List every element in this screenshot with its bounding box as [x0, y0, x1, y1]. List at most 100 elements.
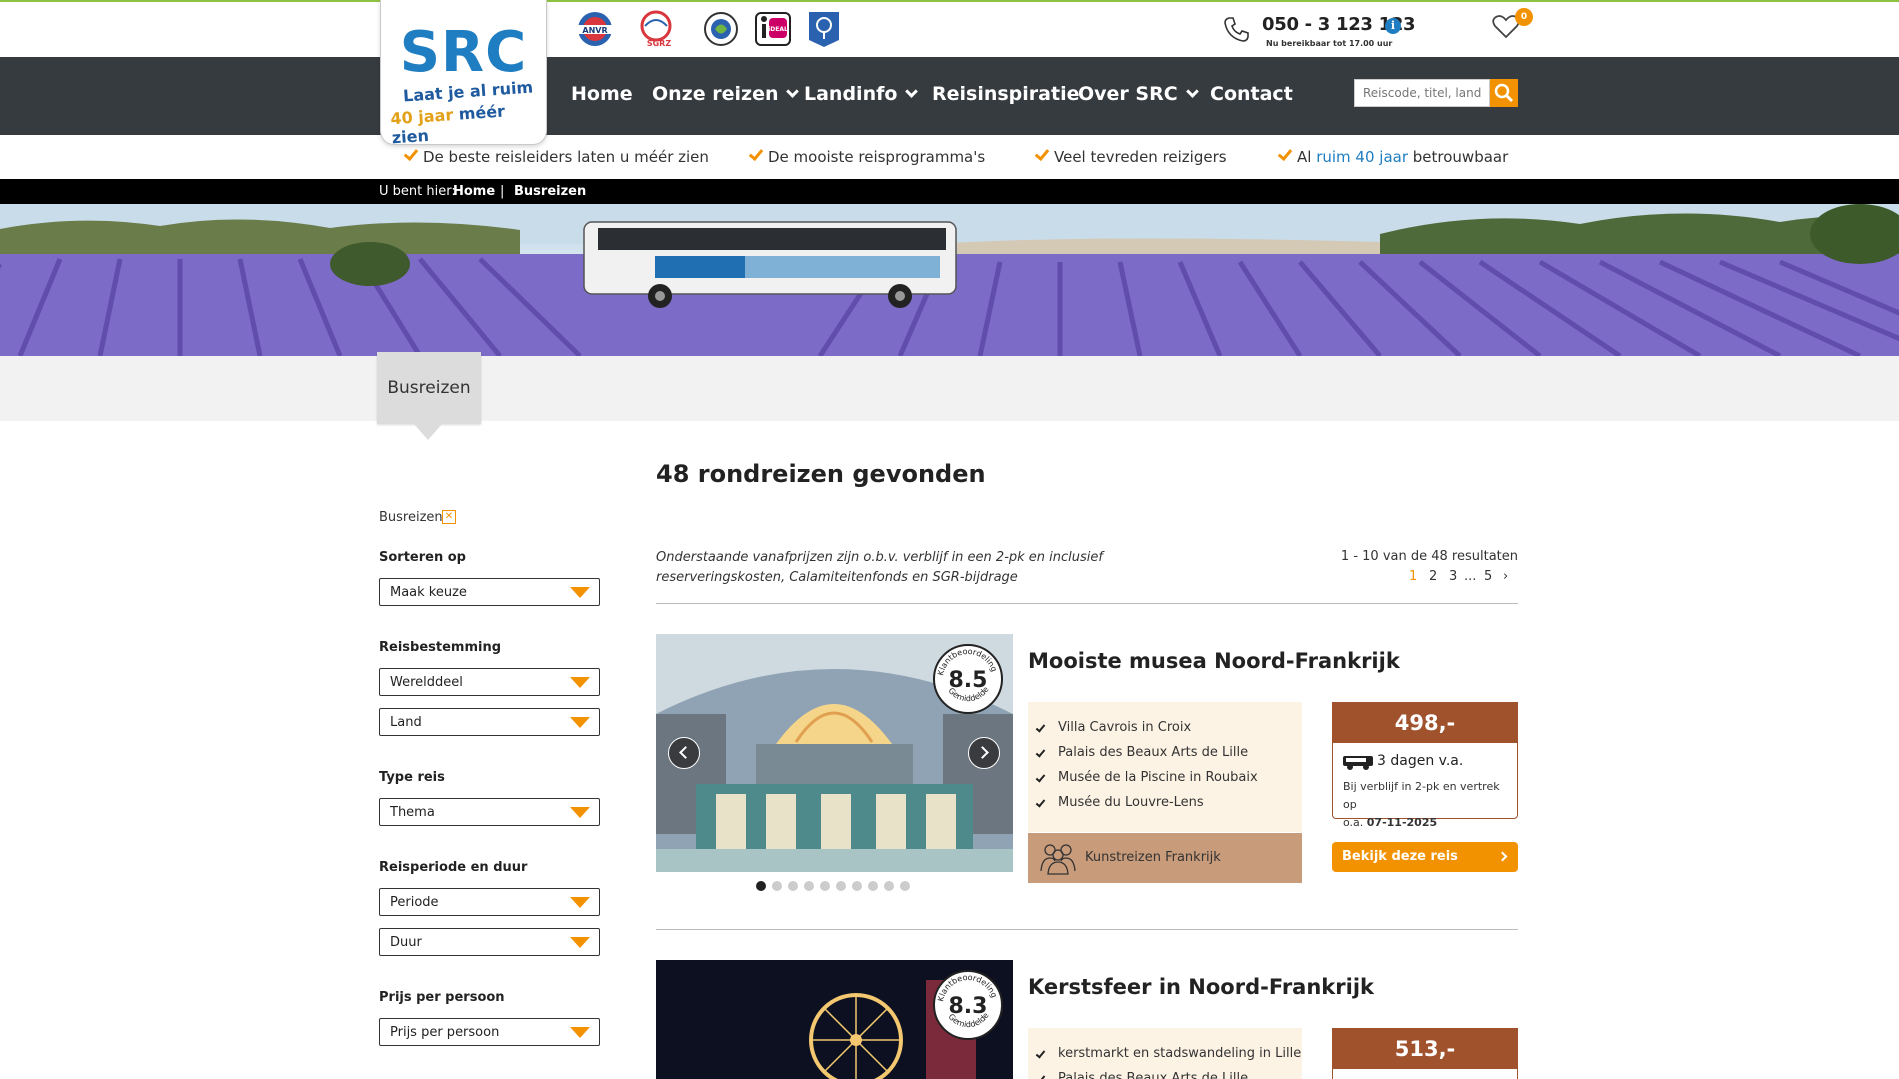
country-select[interactable]: Land	[379, 708, 600, 736]
pagination-next-icon[interactable]: ›	[1503, 569, 1508, 584]
breadcrumb-prefix: U bent hier:	[379, 184, 456, 199]
check-icon	[1035, 1048, 1046, 1059]
check-icon	[748, 145, 764, 162]
ideal-logo[interactable]: iDEAL	[753, 10, 793, 48]
nav-item-over-src[interactable]: Over SRC	[1078, 83, 1199, 105]
pagination-page-3[interactable]: 3	[1449, 569, 1457, 584]
nav-item-contact[interactable]: Contact	[1210, 83, 1293, 105]
info-icon[interactable]: i	[1385, 18, 1401, 34]
dropdown-arrow-icon	[570, 937, 590, 948]
pagination-page-5[interactable]: 5	[1484, 569, 1492, 584]
price-conditions: Bij verblijf in 2-pk en vertrek op o.a. …	[1343, 778, 1513, 832]
view-trip-label: Bekijk deze reis	[1342, 849, 1458, 864]
usp-text-highlight: ruim 40 jaar	[1316, 148, 1408, 166]
check-icon	[1277, 145, 1293, 162]
usp-text: De beste reisleiders laten u méér zien	[423, 148, 709, 166]
lavender-field-bus-image	[0, 204, 1899, 356]
hero-banner-image	[0, 204, 1899, 356]
highlight-item: Musée de la Piscine in Roubaix	[1058, 770, 1258, 785]
select-value: Prijs per persoon	[390, 1025, 500, 1040]
nav-label: Onze reizen	[652, 83, 779, 105]
carousel-dot[interactable]	[884, 881, 894, 891]
dropdown-arrow-icon	[570, 1027, 590, 1038]
carousel-dot[interactable]	[804, 881, 814, 891]
carousel-dot[interactable]	[820, 881, 830, 891]
price-per-person-select[interactable]: Prijs per persoon	[379, 1018, 600, 1046]
carousel-next-button[interactable]	[968, 737, 1000, 769]
title-band	[0, 356, 1899, 421]
theme-label: Kunstreizen Frankrijk	[1085, 850, 1221, 865]
price-note: Onderstaande vanafprijzen zijn o.b.v. ve…	[656, 550, 1103, 585]
calamiteitenfonds-logo[interactable]	[701, 10, 741, 48]
trip-photo-carousel[interactable]: Klantbeoordeling Gemiddelde 8.5	[656, 634, 1013, 872]
search-button[interactable]	[1490, 79, 1518, 107]
highlight-item: kerstmarkt en stadswandeling in Lille	[1058, 1046, 1302, 1061]
nav-item-reisinspiratie[interactable]: Reisinspiratie	[932, 83, 1079, 105]
nav-label: Contact	[1210, 83, 1293, 105]
remove-filter-icon[interactable]: ✕	[442, 510, 456, 524]
continent-select[interactable]: Werelddeel	[379, 668, 600, 696]
sort-select[interactable]: Maak keuze	[379, 578, 600, 606]
carousel-dot-active[interactable]	[756, 881, 766, 891]
trip-type-select[interactable]: Thema	[379, 798, 600, 826]
usp-text-post: betrouwbaar	[1408, 148, 1509, 166]
anvr-logo[interactable]: ANVR	[575, 10, 615, 48]
usp-text-pre: Al	[1297, 148, 1317, 166]
carousel-dot[interactable]	[900, 881, 910, 891]
nav-label: Home	[571, 83, 633, 105]
trip-title[interactable]: Kerstsfeer in Noord-Frankrijk	[1028, 975, 1374, 999]
dropdown-arrow-icon	[570, 677, 590, 688]
score-value: 8.3	[948, 994, 988, 1019]
breadcrumb-home[interactable]: Home	[453, 184, 495, 199]
price-conditions-line-2: o.a. 07-11-2025	[1343, 814, 1513, 832]
duration-select[interactable]: Duur	[379, 928, 600, 956]
nav-item-onze-reizen[interactable]: Onze reizen	[652, 83, 800, 105]
search-input[interactable]	[1354, 79, 1490, 107]
breadcrumb-separator: |	[500, 184, 505, 199]
trip-title[interactable]: Mooiste musea Noord-Frankrijk	[1028, 649, 1400, 673]
carousel-dot[interactable]	[772, 881, 782, 891]
view-trip-button[interactable]: Bekijk deze reis	[1332, 842, 1518, 872]
select-value: Maak keuze	[390, 585, 467, 600]
pagination-page-1[interactable]: 1	[1409, 569, 1417, 584]
price-conditions-line-1: Bij verblijf in 2-pk en vertrek op	[1343, 780, 1500, 811]
logo-tagline-2-prefix: 40 jaar	[389, 104, 460, 129]
chevron-down-icon	[786, 85, 800, 98]
price-card: 498,- 3 dagen v.a. Bij verblijf in 2-pk …	[1332, 702, 1518, 829]
phone-icon[interactable]	[1222, 14, 1252, 44]
usp-reisprogrammas: De mooiste reisprogramma's	[748, 145, 985, 166]
carousel-dot[interactable]	[868, 881, 878, 891]
nav-item-home[interactable]: Home	[571, 83, 633, 105]
trip-price: 498,-	[1333, 703, 1517, 743]
check-icon	[1035, 722, 1046, 733]
breadcrumb-busreizen[interactable]: Busreizen	[514, 184, 586, 199]
search-icon	[1494, 83, 1514, 103]
carousel-dot[interactable]	[788, 881, 798, 891]
score-value: 8.5	[948, 668, 988, 693]
check-icon	[1035, 747, 1046, 758]
keurmerk-logo[interactable]	[804, 10, 844, 48]
usp-tevreden: Veel tevreden reizigers	[1034, 145, 1227, 166]
customer-score-badge: Klantbeoordeling Gemiddelde 8.3	[933, 970, 1003, 1040]
trip-theme[interactable]: Kunstreizen Frankrijk	[1028, 833, 1302, 883]
highlight-item: Villa Cavrois in Croix	[1058, 720, 1192, 735]
src-logo[interactable]: SRC Laat je al ruim 40 jaar méér zien	[380, 0, 547, 147]
trip-price: 513,-	[1333, 1029, 1517, 1069]
check-icon	[1035, 1073, 1046, 1079]
nav-item-landinfo[interactable]: Landinfo	[804, 83, 919, 105]
nav-label: Reisinspiratie	[932, 83, 1080, 105]
carousel-dot[interactable]	[852, 881, 862, 891]
pagination-page-2[interactable]: 2	[1429, 569, 1437, 584]
sgrz-logo[interactable]: SGRZ	[637, 10, 677, 48]
dropdown-arrow-icon	[570, 807, 590, 818]
group-people-icon	[1040, 844, 1076, 875]
check-icon	[1035, 797, 1046, 808]
period-select[interactable]: Periode	[379, 888, 600, 916]
usp-reisleiders: De beste reisleiders laten u méér zien	[403, 145, 709, 166]
trip-photo-carousel[interactable]: Klantbeoordeling Gemiddelde 8.3	[656, 960, 1013, 1079]
carousel-dot[interactable]	[836, 881, 846, 891]
carousel-prev-button[interactable]	[668, 737, 700, 769]
active-filter-chip: Busreizen	[379, 510, 443, 525]
usp-text: Veel tevreden reizigers	[1054, 148, 1227, 166]
highlight-item: Palais des Beaux Arts de Lille	[1058, 745, 1249, 760]
